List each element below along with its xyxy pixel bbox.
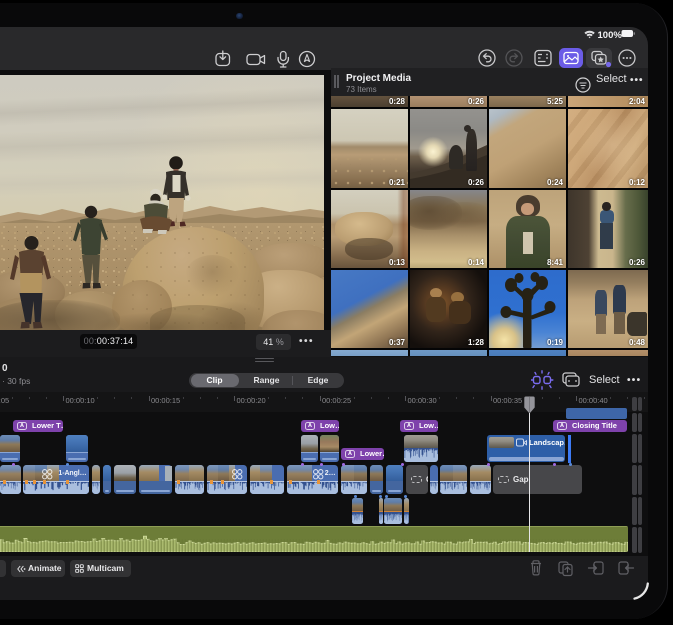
- svg-text:100%: 100%: [598, 30, 623, 40]
